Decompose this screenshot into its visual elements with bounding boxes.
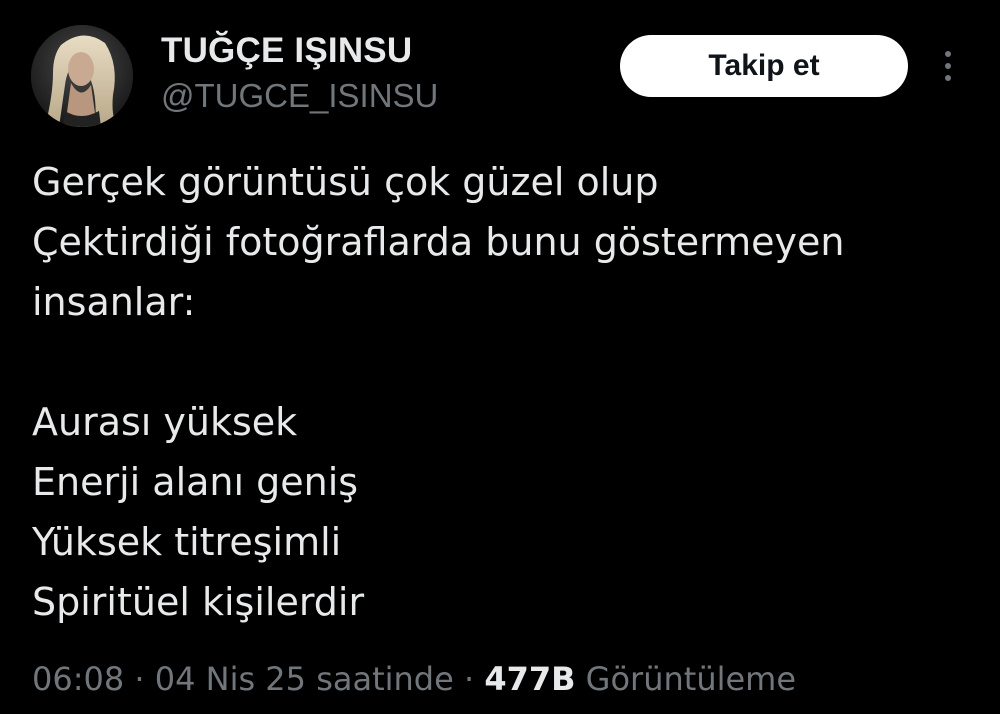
- follow-button[interactable]: Takip et: [620, 35, 908, 97]
- tweet-text-line: insanlar:: [32, 280, 196, 324]
- tweet-text-line: [32, 332, 972, 392]
- more-vertical-icon[interactable]: [932, 44, 964, 88]
- tweet-text: Gerçek görüntüsü çok güzel olup Çektirdi…: [32, 152, 972, 632]
- more-dot: [945, 63, 951, 69]
- meta-separator: ·: [124, 660, 155, 698]
- display-name[interactable]: TUĞÇE IŞINSU: [161, 30, 412, 72]
- more-dot: [945, 75, 951, 81]
- views-count[interactable]: 477B: [484, 660, 575, 698]
- tweet-text-line: Aurası yüksek: [32, 400, 298, 444]
- tweet-text-line: Spiritüel kişilerdir: [32, 580, 365, 624]
- tweet-text-line: Yüksek titreşimli: [32, 520, 342, 564]
- tweet-text-line: Çektirdiği fotoğraflarda bunu göstermeye…: [32, 220, 845, 264]
- tweet-time[interactable]: 06:08: [32, 660, 124, 698]
- avatar-image: [31, 25, 133, 127]
- tweet-text-line: Gerçek görüntüsü çok güzel olup: [32, 160, 659, 204]
- views-label: Görüntüleme: [585, 660, 797, 698]
- tweet-date[interactable]: 04 Nis 25 saatinde: [155, 660, 454, 698]
- tweet-card: TUĞÇE IŞINSU @TUGCE_ISINSU Takip et Gerç…: [0, 0, 1000, 714]
- tweet-meta: 06:08 · 04 Nis 25 saatinde · 477B Görünt…: [32, 656, 796, 702]
- tweet-text-line: Enerji alanı geniş: [32, 460, 359, 504]
- meta-separator: ·: [453, 660, 485, 698]
- more-dot: [945, 51, 951, 57]
- user-handle[interactable]: @TUGCE_ISINSU: [161, 76, 438, 116]
- avatar[interactable]: [31, 25, 133, 127]
